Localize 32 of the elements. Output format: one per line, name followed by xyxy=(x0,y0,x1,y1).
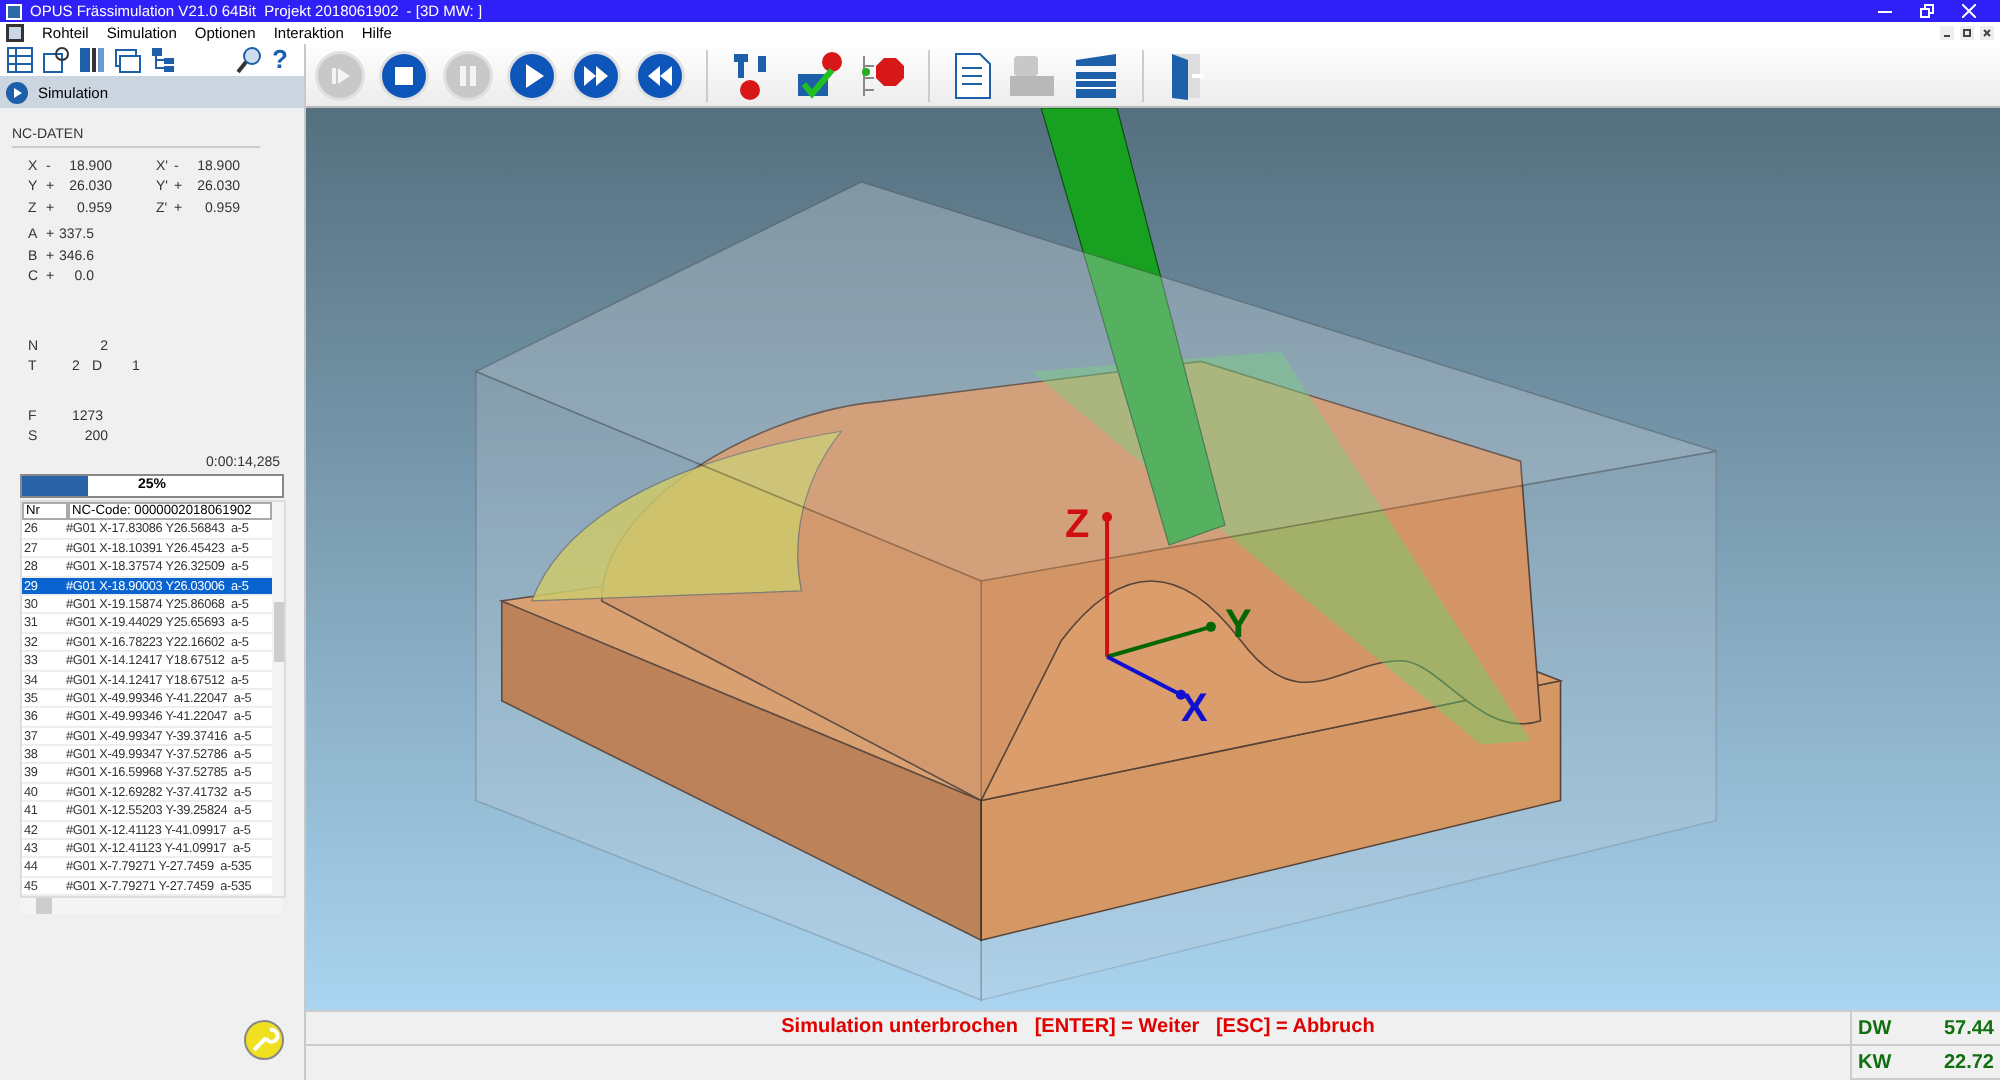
tool-check-icon[interactable] xyxy=(792,49,844,101)
wrench-icon[interactable] xyxy=(244,1020,284,1060)
columns-icon[interactable] xyxy=(78,46,106,74)
restore-icon[interactable] xyxy=(1920,4,1934,18)
help-button[interactable]: ? xyxy=(272,46,288,74)
windows-icon[interactable] xyxy=(114,46,142,74)
axis-label: X xyxy=(1180,686,1208,731)
grid-icon[interactable] xyxy=(6,46,34,74)
reading-label: DW xyxy=(1858,1017,1892,1039)
forward-button[interactable] xyxy=(570,49,622,101)
close-icon[interactable] xyxy=(1962,4,1976,18)
axis-label: Z xyxy=(1065,503,1090,548)
horizontal-scrollbar[interactable] xyxy=(20,898,282,915)
mdi-close-icon[interactable] xyxy=(1980,26,1994,40)
report-icon[interactable] xyxy=(950,49,994,101)
vertical-scrollbar[interactable] xyxy=(272,502,284,897)
rewind-button[interactable] xyxy=(634,49,686,101)
stop-button[interactable] xyxy=(378,49,430,101)
window-search-icon[interactable] xyxy=(42,46,70,74)
search-icon[interactable] xyxy=(236,46,265,74)
mdi-minimize-icon[interactable] xyxy=(1940,26,1954,40)
reading-value: 22.72 xyxy=(1943,1051,1994,1073)
reading-value: 57.44 xyxy=(1943,1017,1994,1039)
reading-label: KW xyxy=(1858,1051,1892,1073)
clapperboard-icon[interactable] xyxy=(1070,49,1122,101)
axis-label: Y xyxy=(1224,602,1252,647)
simulation-icon xyxy=(6,81,28,103)
mdi-restore-icon[interactable] xyxy=(1960,26,1974,40)
play-button[interactable] xyxy=(506,49,558,101)
document-icon[interactable] xyxy=(6,24,24,42)
status-message: Simulation unterbrochen [ENTER] = Weiter [ESC] = Abbruch xyxy=(306,1012,1850,1046)
hierarchy-icon[interactable] xyxy=(150,46,178,74)
